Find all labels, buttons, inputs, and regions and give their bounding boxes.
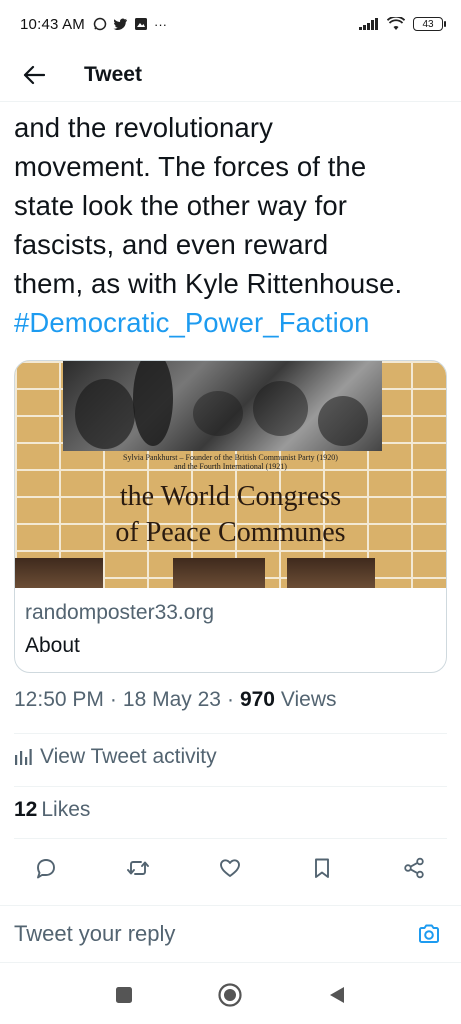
bookmark-button[interactable] <box>306 852 338 884</box>
wifi-icon <box>387 17 405 30</box>
photo-caption: Sylvia Pankhurst – Founder of the Britis… <box>15 453 446 471</box>
image-thumb <box>15 558 103 588</box>
bookmark-icon <box>315 858 329 878</box>
signal-icon <box>359 18 378 30</box>
whatsapp-icon <box>93 17 107 31</box>
divider <box>14 733 447 734</box>
card-headline: the World Congress of Peace Communes <box>15 479 446 551</box>
tweet-line: fascists, and even reward <box>14 229 329 260</box>
back-button[interactable] <box>18 59 50 91</box>
tweet-line: them, as with Kyle Rittenhouse. <box>14 268 403 299</box>
page-title: Tweet <box>84 62 142 86</box>
hashtag-link[interactable]: #Democratic_Power_Faction <box>14 303 450 342</box>
system-navigation-bar <box>0 970 461 1024</box>
retweet-button[interactable] <box>122 852 154 884</box>
tweet-meta: 12:50 PM · 18 May 23 · 970 Views <box>14 688 336 712</box>
recents-button[interactable] <box>115 986 133 1009</box>
reply-input[interactable] <box>14 921 413 947</box>
analytics-icon <box>15 749 32 765</box>
divider <box>14 838 447 839</box>
historical-photo <box>63 361 382 451</box>
tweet-actions <box>30 850 430 886</box>
share-icon <box>404 857 424 879</box>
tweet-line: state look the other way for <box>14 190 347 221</box>
caption-line: Sylvia Pankhurst – Founder of the Britis… <box>123 453 338 462</box>
heart-icon <box>220 859 240 877</box>
image-thumb <box>173 558 265 588</box>
likes-count: 12 <box>14 798 38 821</box>
divider <box>14 786 447 787</box>
image-thumb <box>287 558 375 588</box>
card-image: Sylvia Pankhurst – Founder of the Britis… <box>15 361 446 588</box>
tweet-line: movement. The forces of the <box>14 151 367 182</box>
likes-label: Likes <box>41 798 91 821</box>
arrow-left-icon <box>23 65 45 84</box>
battery-icon: 43 <box>413 17 446 31</box>
like-button[interactable] <box>214 852 246 884</box>
tweet-line: and the revolutionary <box>14 112 273 143</box>
card-domain: randomposter33.org <box>25 601 215 624</box>
reply-button[interactable] <box>30 852 62 884</box>
system-back-button[interactable] <box>327 985 347 1010</box>
headline-line: of Peace Communes <box>115 517 346 548</box>
tweet-body: and the revolutionary movement. The forc… <box>14 108 450 342</box>
top-app-bar: Tweet <box>0 48 461 102</box>
view-activity-link[interactable]: View Tweet activity <box>14 745 217 769</box>
notification-icons: ··· <box>93 17 167 32</box>
status-bar: 10:43 AM ··· 43 <box>0 0 461 48</box>
gallery-icon <box>134 18 147 30</box>
card-about: About <box>25 634 80 657</box>
circle-icon <box>217 982 242 1007</box>
views-count: 970 <box>239 688 275 711</box>
meta-separator: · <box>226 688 234 711</box>
share-button[interactable] <box>398 852 430 884</box>
status-time: 10:43 AM <box>20 15 85 33</box>
twitter-bird-icon <box>113 18 127 30</box>
card-meta: randomposter33.org About <box>15 588 446 658</box>
camera-icon <box>419 924 439 943</box>
link-preview-card[interactable]: Sylvia Pankhurst – Founder of the Britis… <box>14 360 447 673</box>
retweet-icon <box>127 861 149 875</box>
activity-label: View Tweet activity <box>40 745 217 768</box>
meta-separator: · <box>109 688 117 711</box>
more-notifications-icon: ··· <box>153 16 167 32</box>
battery-level: 43 <box>422 18 434 30</box>
tweet-date: 18 May 23 <box>122 688 221 711</box>
square-icon <box>115 986 132 1003</box>
reply-icon <box>37 859 55 879</box>
add-photo-button[interactable] <box>413 918 445 950</box>
tweet-time: 12:50 PM <box>14 688 104 711</box>
views-label: Views <box>280 688 337 711</box>
likes-summary[interactable]: 12 Likes <box>14 798 90 822</box>
bottom-image-strip <box>15 558 446 588</box>
reply-composer <box>0 905 461 963</box>
triangle-back-icon <box>329 986 344 1003</box>
system-icons: 43 <box>359 17 446 31</box>
caption-line: and the Fourth International (1921) <box>174 462 287 471</box>
headline-line: the World Congress <box>119 481 342 512</box>
home-button[interactable] <box>217 982 243 1013</box>
